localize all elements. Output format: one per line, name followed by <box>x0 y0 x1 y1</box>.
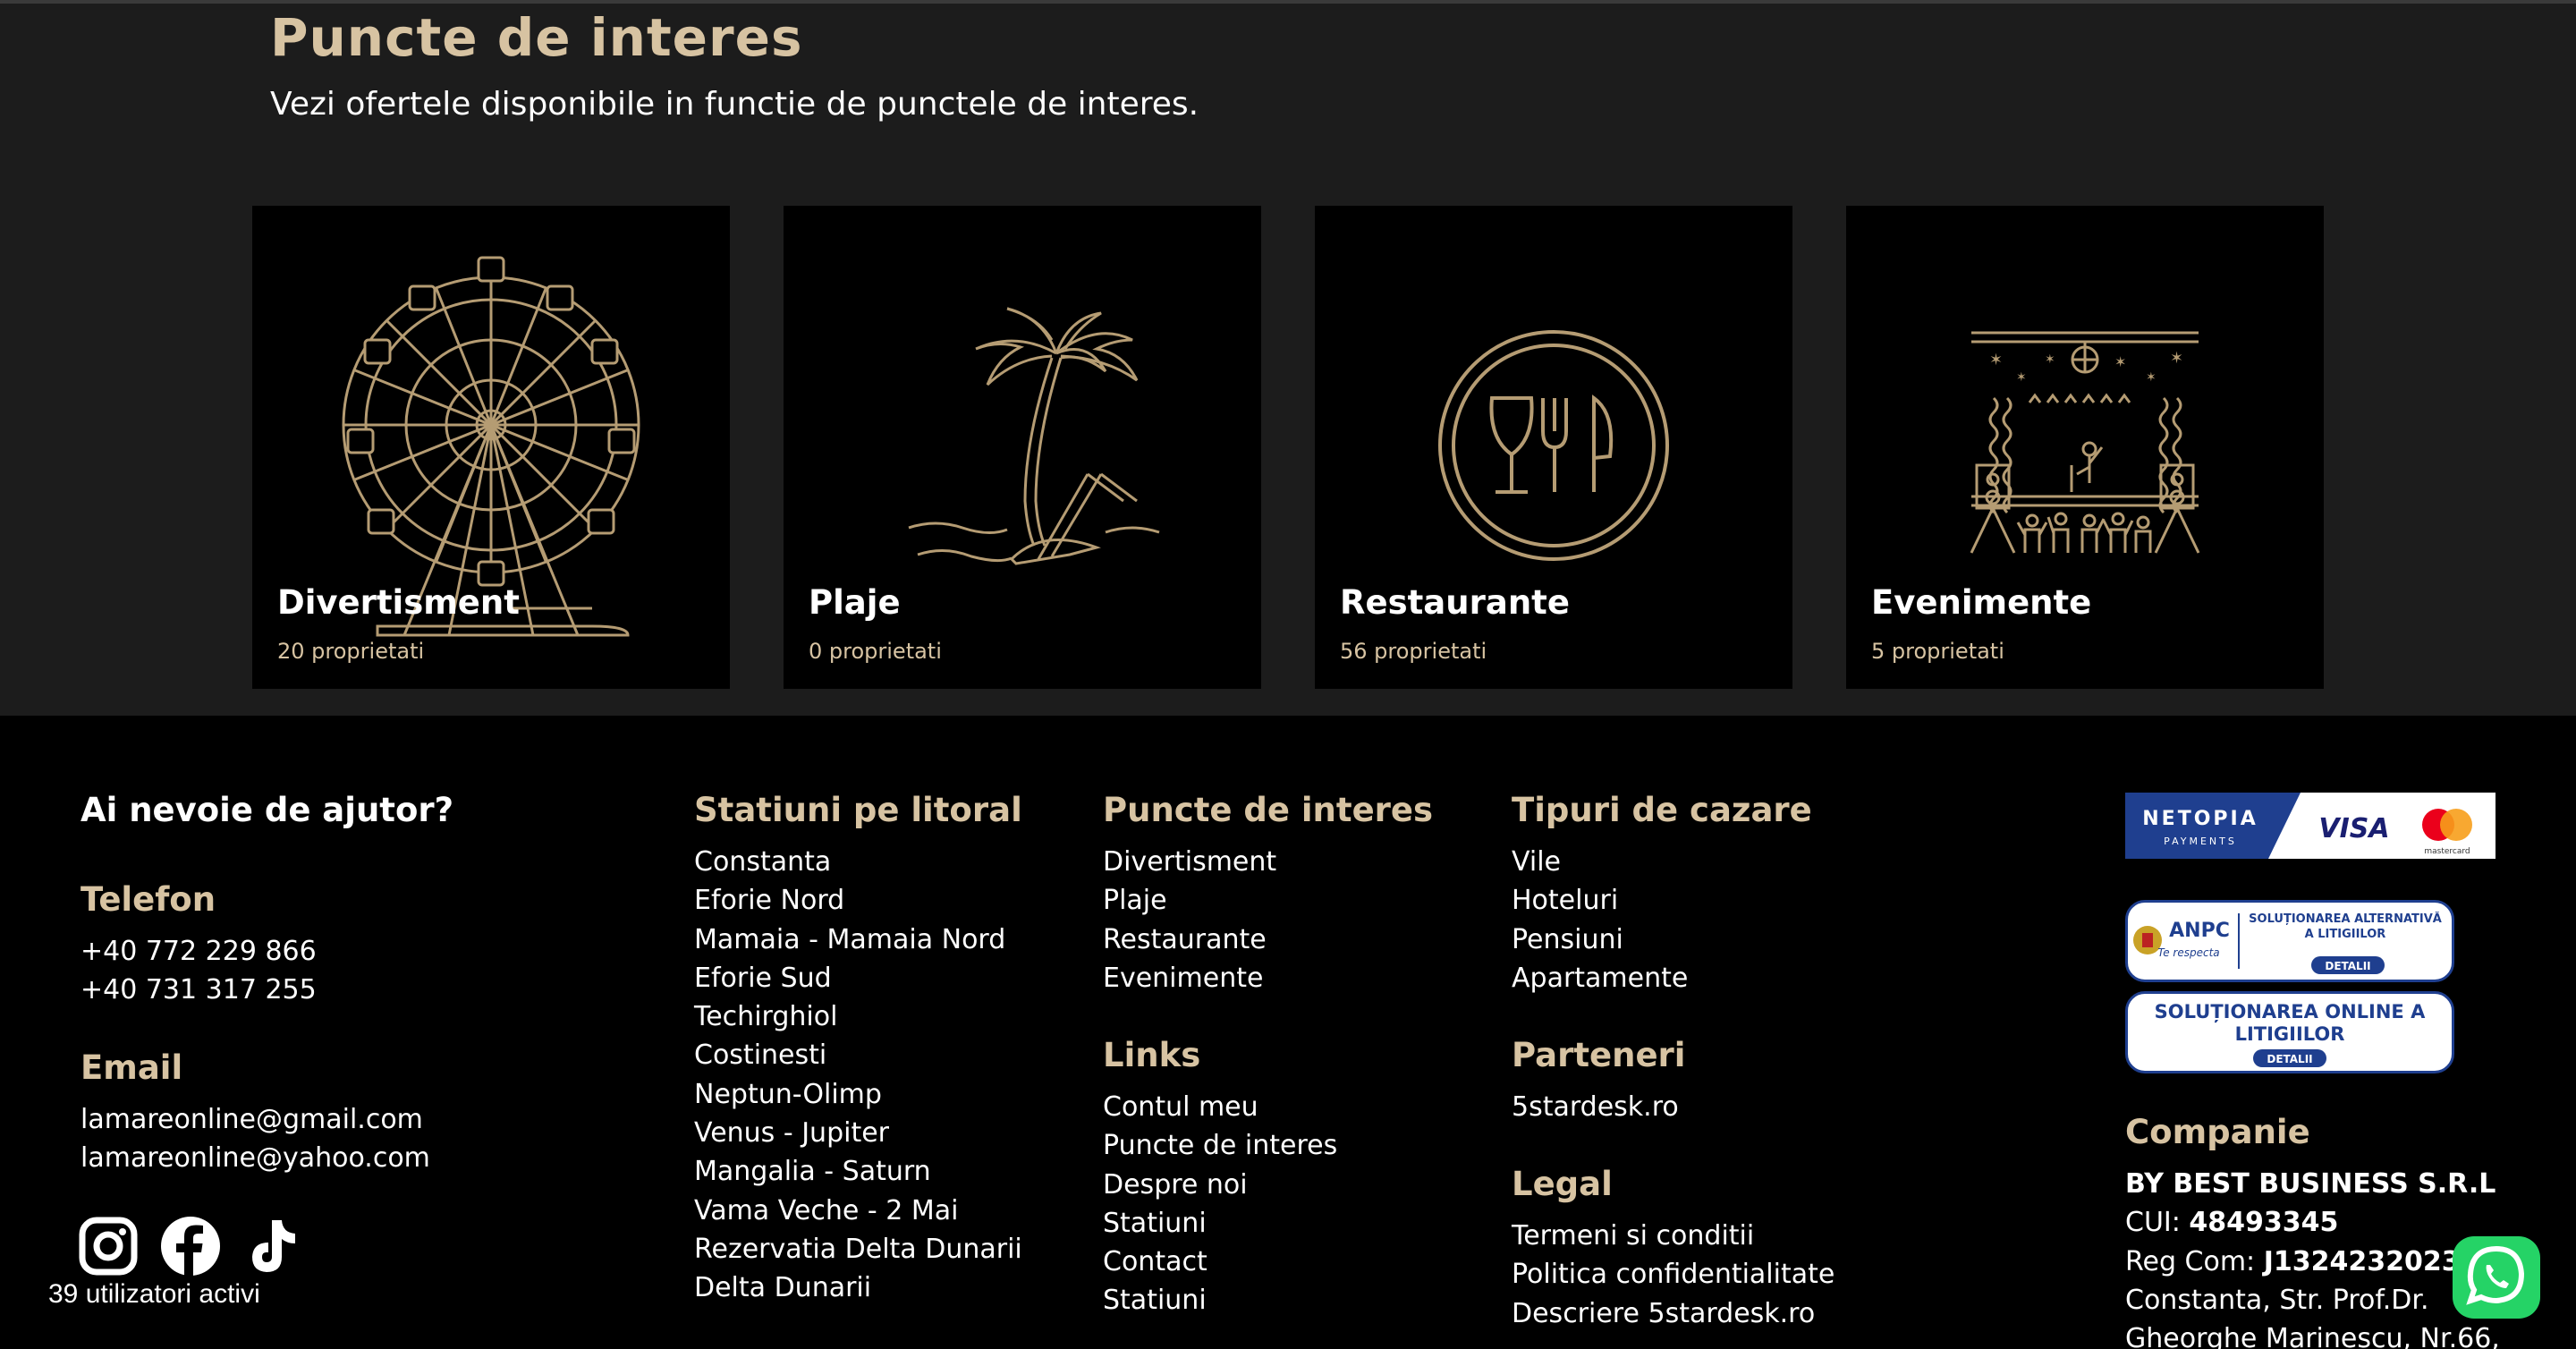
lodging-link[interactable]: Apartamente <box>1512 959 1688 997</box>
station-link[interactable]: Constanta <box>694 843 1022 881</box>
poi-link[interactable]: Plaje <box>1103 881 1276 920</box>
anpc-tagline: Te respecta <box>2157 946 2219 959</box>
legal-list: Termeni si conditii Politica confidentia… <box>1512 1217 1835 1333</box>
company-reg: Reg Com: J1324232023 <box>2125 1245 2461 1277</box>
phone-list: +40 772 229 866 +40 731 317 255 <box>80 932 317 1010</box>
svg-text:✶: ✶ <box>2045 352 2055 367</box>
visa-logo: VISA <box>2318 813 2389 844</box>
phone-title: Telefon <box>80 880 216 919</box>
sal-text: SOLUȚIONAREA ALTERNATIVĂ A LITIGIILOR <box>2249 912 2442 941</box>
poi-card-evenimente[interactable]: ✶ ✶ ✶ ✶ ✶ ✶ Evenimente 5 proprietati <box>1846 206 2324 689</box>
footer-link[interactable]: Statiuni <box>1103 1281 1337 1319</box>
poi-footer-list: Divertisment Plaje Restaurante Eveniment… <box>1103 843 1276 997</box>
lodging-link[interactable]: Vile <box>1512 843 1688 881</box>
legal-link[interactable]: Descriere 5stardesk.ro <box>1512 1294 1835 1333</box>
partner-link[interactable]: 5stardesk.ro <box>1512 1088 1679 1126</box>
whatsapp-button[interactable] <box>2453 1236 2540 1319</box>
poi-card-restaurante[interactable]: Restaurante 56 proprietati <box>1315 206 1792 689</box>
station-link[interactable]: Eforie Nord <box>694 881 1022 920</box>
company-cui: CUI: 48493345 <box>2125 1207 2339 1239</box>
section-title: Puncte de interes <box>270 7 803 68</box>
svg-text:✶: ✶ <box>2170 349 2183 368</box>
anpc-sal-badge[interactable]: ANPC Te respecta SOLUȚIONAREA ALTERNATIV… <box>2125 900 2454 982</box>
stations-list: Constanta Eforie Nord Mamaia - Mamaia No… <box>694 843 1022 1308</box>
legal-title: Legal <box>1512 1165 1613 1203</box>
card-count: 5 proprietati <box>1871 639 2004 664</box>
poi-link[interactable]: Evenimente <box>1103 959 1276 997</box>
whatsapp-icon <box>2466 1245 2525 1305</box>
poi-card-plaje[interactable]: Plaje 0 proprietati <box>784 206 1261 689</box>
legal-link[interactable]: Termeni si conditii <box>1512 1217 1835 1255</box>
station-link[interactable]: Delta Dunarii <box>694 1268 1022 1307</box>
footer-link[interactable]: Despre noi <box>1103 1166 1337 1204</box>
links-title: Links <box>1103 1036 1201 1074</box>
section-subtitle: Vezi ofertele disponibile in functie de … <box>270 86 1199 123</box>
company-address: Gheorghe Marinescu, Nr.66, <box>2125 1323 2500 1349</box>
station-link[interactable]: Rezervatia Delta Dunarii <box>694 1230 1022 1268</box>
email-title: Email <box>80 1048 183 1087</box>
instagram-icon[interactable] <box>79 1217 138 1276</box>
poi-footer-title: Puncte de interes <box>1103 791 1434 829</box>
phone-link[interactable]: +40 731 317 255 <box>80 971 317 1009</box>
card-title: Evenimente <box>1871 583 2092 622</box>
lodging-link[interactable]: Hoteluri <box>1512 881 1688 920</box>
station-link[interactable]: Mangalia - Saturn <box>694 1152 1022 1191</box>
phone-link[interactable]: +40 772 229 866 <box>80 932 317 971</box>
netopia-logo: NETOPIA <box>2142 808 2258 830</box>
station-link[interactable]: Costinesti <box>694 1036 1022 1074</box>
svg-text:✶: ✶ <box>2016 370 2027 385</box>
lodging-title: Tipuri de cazare <box>1512 791 1812 829</box>
card-count: 20 proprietati <box>277 639 425 664</box>
poi-link[interactable]: Restaurante <box>1103 921 1276 959</box>
help-title: Ai nevoie de ajutor? <box>80 791 454 829</box>
poi-link[interactable]: Divertisment <box>1103 843 1276 881</box>
partners-title: Parteneri <box>1512 1036 1686 1074</box>
station-link[interactable]: Venus - Jupiter <box>694 1114 1022 1152</box>
mastercard-logo: mastercard <box>2424 847 2470 856</box>
footer-link[interactable]: Statiuni <box>1103 1204 1337 1243</box>
lodging-link[interactable]: Pensiuni <box>1512 921 1688 959</box>
email-link[interactable]: lamareonline@yahoo.com <box>80 1139 430 1177</box>
email-list: lamareonline@gmail.com lamareonline@yaho… <box>80 1100 430 1178</box>
payment-badge[interactable]: NETOPIA PAYMENTS VISA mastercard <box>2125 793 2496 859</box>
svg-text:✶: ✶ <box>1989 351 2003 369</box>
station-link[interactable]: Mamaia - Mamaia Nord <box>694 921 1022 959</box>
footer-link[interactable]: Contact <box>1103 1243 1337 1281</box>
detalii-button: DETALII <box>2267 1053 2312 1065</box>
card-count: 56 proprietati <box>1340 639 1487 664</box>
active-users: 39 utilizatori activi <box>48 1279 260 1309</box>
card-count: 0 proprietati <box>809 639 942 664</box>
card-title: Plaje <box>809 583 901 622</box>
email-link[interactable]: lamareonline@gmail.com <box>80 1100 430 1139</box>
station-link[interactable]: Neptun-Olimp <box>694 1075 1022 1114</box>
sol-text: SOLUȚIONAREA ONLINE A LITIGIILOR <box>2154 1001 2426 1045</box>
card-title: Divertisment <box>277 583 520 622</box>
tiktok-icon[interactable] <box>245 1217 304 1276</box>
company-name: BY BEST BUSINESS S.R.L <box>2125 1168 2496 1200</box>
netopia-sub: PAYMENTS <box>2164 836 2237 847</box>
legal-link[interactable]: Politica confidentialitate <box>1512 1255 1835 1294</box>
card-title: Restaurante <box>1340 583 1570 622</box>
company-address: Constanta, Str. Prof.Dr. <box>2125 1284 2429 1316</box>
stations-title: Statiuni pe litoral <box>694 791 1022 829</box>
poi-card-divertisment[interactable]: Divertisment 20 proprietati <box>252 206 730 689</box>
facebook-icon[interactable] <box>161 1217 220 1276</box>
station-link[interactable]: Techirghiol <box>694 997 1022 1036</box>
company-info: BY BEST BUSINESS S.R.L CUI: 48493345 Reg… <box>2125 1165 2500 1349</box>
links-list: Contul meu Puncte de interes Despre noi … <box>1103 1088 1337 1320</box>
footer-link[interactable]: Contul meu <box>1103 1088 1337 1126</box>
svg-text:✶: ✶ <box>2146 370 2157 385</box>
svg-text:✶: ✶ <box>2114 353 2126 370</box>
anpc-label: ANPC <box>2169 920 2230 942</box>
footer-link[interactable]: Puncte de interes <box>1103 1126 1337 1165</box>
partners-list: 5stardesk.ro <box>1512 1088 1679 1126</box>
detalii-button: DETALII <box>2325 960 2370 972</box>
company-title: Companie <box>2125 1113 2310 1151</box>
anpc-sol-badge[interactable]: SOLUȚIONAREA ONLINE A LITIGIILOR DETALII <box>2125 991 2454 1073</box>
station-link[interactable]: Eforie Sud <box>694 959 1022 997</box>
lodging-list: Vile Hoteluri Pensiuni Apartamente <box>1512 843 1688 997</box>
station-link[interactable]: Vama Veche - 2 Mai <box>694 1192 1022 1230</box>
